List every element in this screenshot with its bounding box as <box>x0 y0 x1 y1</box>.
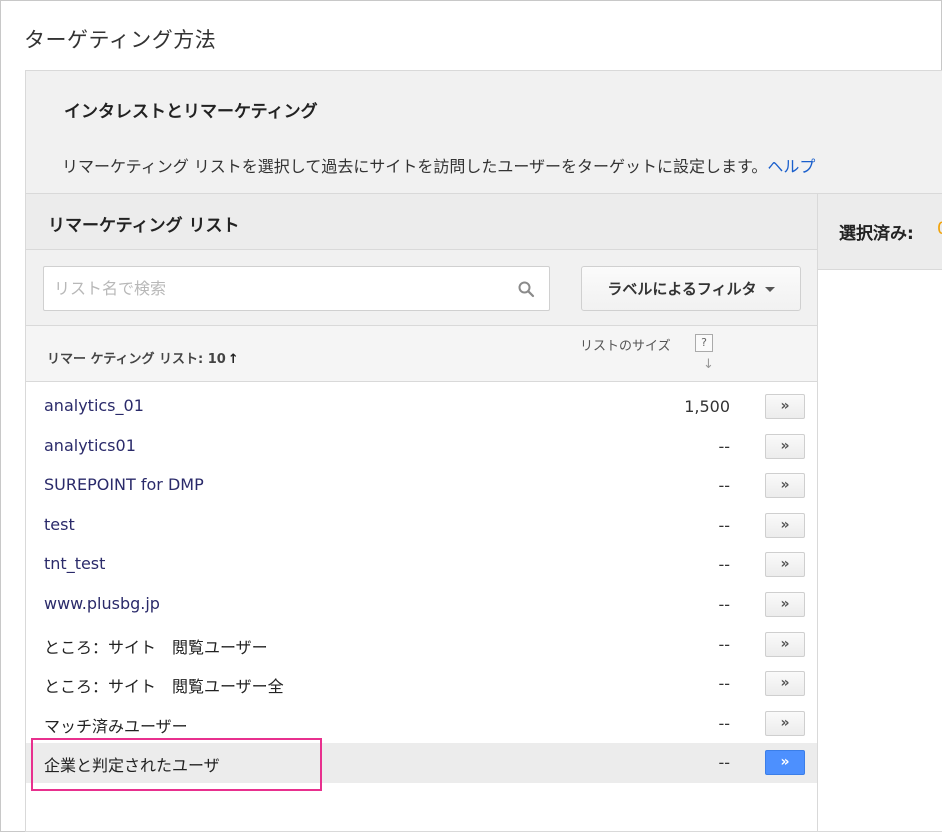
sort-ascending-icon: ↑ <box>227 352 239 367</box>
column-header-name[interactable]: リマー ケティング リスト: 10 ↑ <box>47 348 239 367</box>
list-name: tnt_test <box>44 554 106 574</box>
list-panel-title: リマーケティング リスト <box>48 216 240 236</box>
list-size: 1,500 <box>684 397 730 416</box>
list-size: -- <box>718 753 730 773</box>
intro-description-text: リマーケティング リストを選択して過去にサイトを訪問したユーザーをターゲットに設… <box>62 157 768 176</box>
list-size: -- <box>718 476 730 496</box>
add-list-button[interactable]: » <box>765 394 805 419</box>
list-size: -- <box>718 515 730 535</box>
add-list-button[interactable]: » <box>765 512 805 538</box>
list-name: www.plusbg.jp <box>44 593 160 613</box>
selected-label: 選択済み: <box>839 224 914 244</box>
table-row: ところ：サイト 閲覧ユーザー -- » <box>26 625 817 665</box>
add-list-button[interactable]: » <box>765 750 805 776</box>
remarketing-list-panel: リマーケティング リスト ラベルによるフィルタ リマー ケティング リスト: 1… <box>26 194 818 832</box>
intro-heading: インタレストとリマーケティング <box>64 102 318 122</box>
remarketing-list-rows: analytics_01 1,500 » analytics01 -- » SU… <box>26 387 817 783</box>
list-name: ところ：サイト 閲覧ユーザー全 <box>44 677 284 697</box>
help-icon[interactable]: ? <box>695 334 713 352</box>
add-list-button[interactable]: » <box>765 433 805 459</box>
intro-description: リマーケティング リストを選択して過去にサイトを訪問したユーザーをターゲットに設… <box>62 153 815 177</box>
add-list-button[interactable]: » <box>765 671 805 697</box>
table-row: test -- » <box>26 506 817 546</box>
label-filter-button[interactable]: ラベルによるフィルタ <box>581 266 801 311</box>
list-size: -- <box>718 555 730 575</box>
highlight-annotation-box <box>31 738 322 791</box>
list-name: SUREPOINT for DMP <box>44 475 204 495</box>
list-name: analytics01 <box>44 435 136 455</box>
list-name: ところ：サイト 閲覧ユーザー <box>44 637 268 657</box>
sort-descending-icon[interactable]: ↓ <box>703 357 714 372</box>
search-box <box>43 266 550 311</box>
add-list-button[interactable]: » <box>765 631 805 657</box>
table-row: www.plusbg.jp -- » <box>26 585 817 625</box>
add-list-button[interactable]: » <box>765 473 805 499</box>
list-size: -- <box>718 436 730 456</box>
list-size: -- <box>718 713 730 733</box>
list-name: test <box>44 514 75 534</box>
selected-count: 0 <box>937 219 942 239</box>
table-row: SUREPOINT for DMP -- » <box>26 466 817 506</box>
column-header-size[interactable]: リストのサイズ <box>580 335 671 354</box>
intro-section: インタレストとリマーケティング リマーケティング リストを選択して過去にサイトを… <box>26 71 942 194</box>
targeting-panel: インタレストとリマーケティング リマーケティング リストを選択して過去にサイトを… <box>25 70 942 832</box>
search-toolbar: ラベルによるフィルタ <box>26 250 817 326</box>
column-header-name-label: リマー ケティング リスト: 10 <box>47 352 226 367</box>
search-icon[interactable] <box>517 280 535 298</box>
list-size: -- <box>718 594 730 614</box>
add-list-button[interactable]: » <box>765 710 805 736</box>
selected-panel-header: 選択済み: 0 <box>818 194 942 270</box>
list-size: -- <box>718 674 730 694</box>
table-row: analytics01 -- » <box>26 427 817 467</box>
help-link[interactable]: ヘルプ <box>767 157 815 176</box>
add-list-button[interactable]: » <box>765 591 805 617</box>
label-filter-button-label: ラベルによるフィルタ <box>607 280 757 298</box>
list-name: マッチ済みユーザー <box>44 716 188 736</box>
list-panel-header: リマーケティング リスト <box>26 194 817 250</box>
table-row: tnt_test -- » <box>26 545 817 585</box>
list-name: analytics_01 <box>44 396 144 415</box>
page-title: ターゲティング方法 <box>24 28 217 52</box>
list-size: -- <box>718 634 730 654</box>
table-row: ところ：サイト 閲覧ユーザー全 -- » <box>26 664 817 704</box>
table-row: analytics_01 1,500 » <box>26 387 817 427</box>
chevron-down-icon <box>764 287 775 292</box>
table-header: リマー ケティング リスト: 10 ↑ リストのサイズ ? ↓ <box>26 326 817 382</box>
search-input[interactable] <box>54 267 494 310</box>
add-list-button[interactable]: » <box>765 552 805 578</box>
